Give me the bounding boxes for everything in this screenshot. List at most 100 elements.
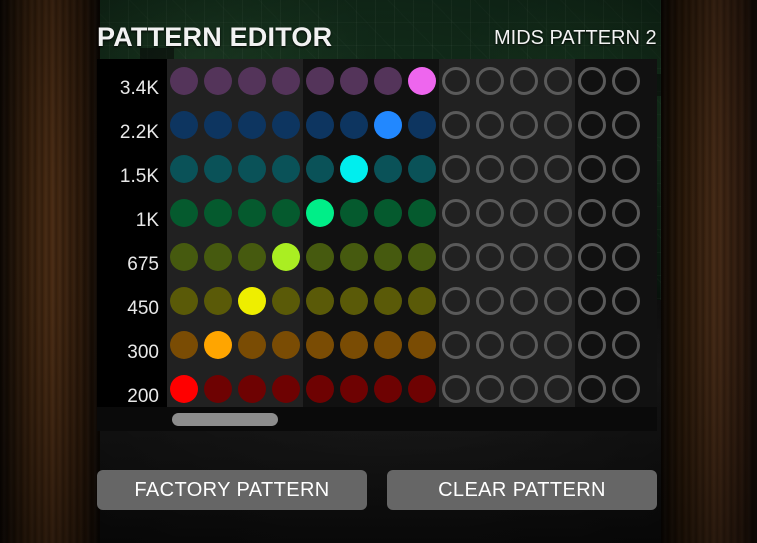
horizontal-scrollbar-track[interactable]	[97, 407, 657, 431]
pattern-cell-inactive[interactable]	[170, 199, 198, 227]
pattern-grid-viewport[interactable]: 3.4K 2.2K 1.5K 1K 675 450 300 200	[97, 59, 657, 407]
pattern-cell-empty[interactable]	[510, 199, 538, 227]
pattern-cell-inactive[interactable]	[204, 111, 232, 139]
pattern-cell-inactive[interactable]	[340, 331, 368, 359]
pattern-cell-inactive[interactable]	[408, 199, 436, 227]
pattern-cell-inactive[interactable]	[170, 287, 198, 315]
pattern-cell-inactive[interactable]	[374, 199, 402, 227]
pattern-cell-empty[interactable]	[544, 331, 572, 359]
pattern-cell-inactive[interactable]	[238, 331, 266, 359]
pattern-cell-inactive[interactable]	[374, 287, 402, 315]
pattern-cell-inactive[interactable]	[306, 375, 334, 403]
pattern-cell-empty[interactable]	[578, 155, 606, 183]
pattern-cell-inactive[interactable]	[204, 199, 232, 227]
pattern-cell-empty[interactable]	[612, 287, 640, 315]
pattern-cell-empty[interactable]	[476, 331, 504, 359]
pattern-cell-empty[interactable]	[476, 111, 504, 139]
pattern-cell-empty[interactable]	[442, 111, 470, 139]
pattern-cell-empty[interactable]	[578, 331, 606, 359]
pattern-cell-inactive[interactable]	[306, 287, 334, 315]
pattern-cell-inactive[interactable]	[272, 111, 300, 139]
pattern-cell-empty[interactable]	[442, 199, 470, 227]
pattern-cell-empty[interactable]	[510, 111, 538, 139]
pattern-cell-inactive[interactable]	[272, 67, 300, 95]
pattern-cell-inactive[interactable]	[340, 199, 368, 227]
pattern-cell-inactive[interactable]	[306, 67, 334, 95]
pattern-cell-empty[interactable]	[612, 111, 640, 139]
pattern-cell-inactive[interactable]	[374, 243, 402, 271]
pattern-cell-inactive[interactable]	[340, 243, 368, 271]
pattern-cell-inactive[interactable]	[238, 199, 266, 227]
pattern-cell-empty[interactable]	[476, 155, 504, 183]
pattern-cell-empty[interactable]	[544, 111, 572, 139]
factory-pattern-button[interactable]: FACTORY PATTERN	[97, 470, 367, 510]
pattern-cell-inactive[interactable]	[306, 111, 334, 139]
pattern-cell-empty[interactable]	[544, 375, 572, 403]
pattern-cell-inactive[interactable]	[204, 67, 232, 95]
pattern-cell-empty[interactable]	[578, 375, 606, 403]
pattern-cell-empty[interactable]	[476, 287, 504, 315]
pattern-cell-inactive[interactable]	[170, 67, 198, 95]
pattern-cell-empty[interactable]	[442, 243, 470, 271]
pattern-cell-empty[interactable]	[442, 331, 470, 359]
pattern-cell-inactive[interactable]	[170, 243, 198, 271]
pattern-cell-inactive[interactable]	[170, 111, 198, 139]
pattern-cell-empty[interactable]	[510, 67, 538, 95]
pattern-cell-empty[interactable]	[544, 243, 572, 271]
pattern-cell-empty[interactable]	[544, 67, 572, 95]
pattern-cell-active[interactable]	[272, 243, 300, 271]
pattern-cell-empty[interactable]	[510, 287, 538, 315]
pattern-cell-inactive[interactable]	[374, 67, 402, 95]
pattern-cell-inactive[interactable]	[238, 111, 266, 139]
pattern-cell-inactive[interactable]	[374, 155, 402, 183]
pattern-cell-inactive[interactable]	[340, 287, 368, 315]
pattern-cell-active[interactable]	[204, 331, 232, 359]
pattern-cell-empty[interactable]	[578, 199, 606, 227]
pattern-cell-empty[interactable]	[476, 243, 504, 271]
pattern-cell-inactive[interactable]	[408, 331, 436, 359]
pattern-cell-active[interactable]	[408, 67, 436, 95]
pattern-cell-empty[interactable]	[544, 199, 572, 227]
pattern-cell-inactive[interactable]	[306, 243, 334, 271]
pattern-cell-inactive[interactable]	[204, 375, 232, 403]
pattern-cell-empty[interactable]	[612, 331, 640, 359]
pattern-cell-active[interactable]	[306, 199, 334, 227]
pattern-cell-inactive[interactable]	[238, 67, 266, 95]
pattern-cell-empty[interactable]	[612, 67, 640, 95]
pattern-cell-empty[interactable]	[612, 155, 640, 183]
horizontal-scrollbar-thumb[interactable]	[172, 413, 278, 426]
pattern-cell-inactive[interactable]	[374, 375, 402, 403]
pattern-cell-inactive[interactable]	[408, 155, 436, 183]
pattern-cell-empty[interactable]	[612, 375, 640, 403]
pattern-cell-empty[interactable]	[578, 67, 606, 95]
clear-pattern-button[interactable]: CLEAR PATTERN	[387, 470, 657, 510]
pattern-cell-empty[interactable]	[544, 155, 572, 183]
pattern-cell-active[interactable]	[374, 111, 402, 139]
pattern-cell-inactive[interactable]	[340, 111, 368, 139]
pattern-cell-inactive[interactable]	[272, 287, 300, 315]
pattern-cell-empty[interactable]	[442, 155, 470, 183]
pattern-cell-empty[interactable]	[442, 287, 470, 315]
pattern-cell-inactive[interactable]	[340, 67, 368, 95]
pattern-cell-inactive[interactable]	[272, 375, 300, 403]
pattern-cell-inactive[interactable]	[238, 243, 266, 271]
pattern-cell-empty[interactable]	[476, 199, 504, 227]
pattern-grid-cells[interactable]	[167, 59, 657, 407]
pattern-cell-inactive[interactable]	[170, 331, 198, 359]
pattern-cell-empty[interactable]	[510, 331, 538, 359]
pattern-cell-inactive[interactable]	[272, 331, 300, 359]
pattern-cell-empty[interactable]	[442, 375, 470, 403]
pattern-cell-inactive[interactable]	[306, 155, 334, 183]
pattern-cell-inactive[interactable]	[340, 375, 368, 403]
pattern-cell-inactive[interactable]	[374, 331, 402, 359]
pattern-cell-empty[interactable]	[510, 243, 538, 271]
pattern-cell-empty[interactable]	[544, 287, 572, 315]
pattern-cell-empty[interactable]	[510, 375, 538, 403]
pattern-cell-empty[interactable]	[476, 375, 504, 403]
pattern-cell-inactive[interactable]	[408, 243, 436, 271]
pattern-cell-active[interactable]	[340, 155, 368, 183]
pattern-cell-empty[interactable]	[476, 67, 504, 95]
pattern-cell-active[interactable]	[238, 287, 266, 315]
pattern-cell-inactive[interactable]	[204, 155, 232, 183]
pattern-cell-inactive[interactable]	[408, 287, 436, 315]
